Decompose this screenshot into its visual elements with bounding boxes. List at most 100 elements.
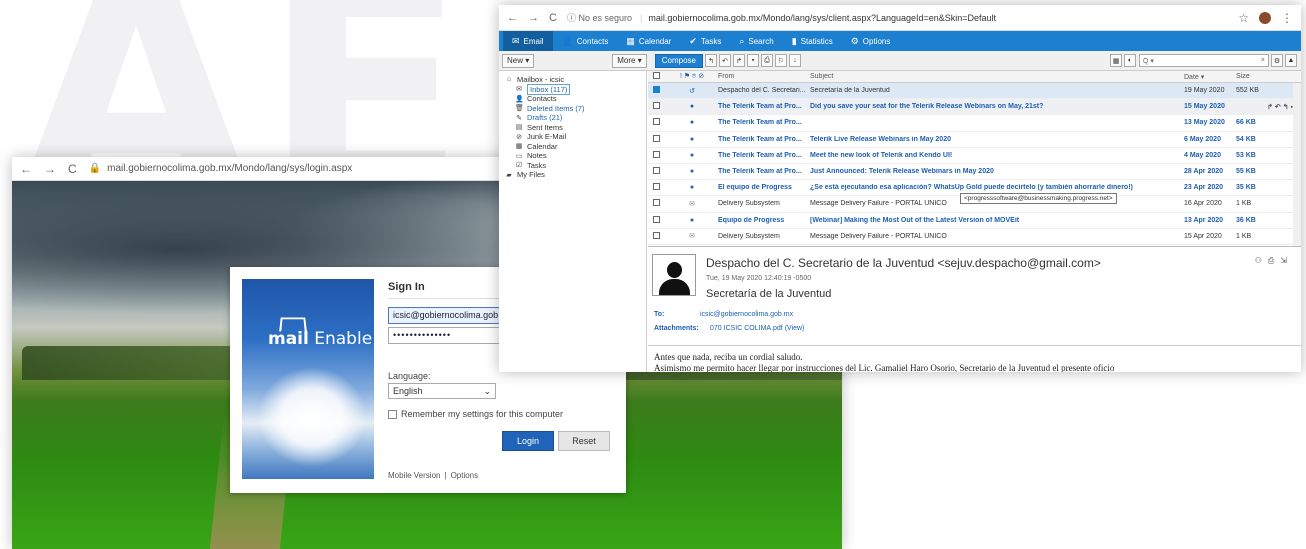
- kebab-menu-icon[interactable]: ⋮: [1281, 11, 1293, 25]
- row-checkbox[interactable]: [653, 199, 660, 207]
- address-book-icon[interactable]: ▦: [1110, 54, 1122, 67]
- reload-icon[interactable]: C: [549, 12, 557, 24]
- bookmark-star-icon[interactable]: ☆: [1238, 11, 1249, 25]
- user-menu-icon[interactable]: ▲: [1285, 54, 1297, 67]
- login-button[interactable]: Login: [502, 431, 554, 451]
- reply-all-icon[interactable]: ↶: [719, 54, 731, 67]
- row-checkbox[interactable]: [653, 215, 660, 223]
- menu-calendar[interactable]: ▦ Calendar: [617, 31, 680, 51]
- reset-button[interactable]: Reset: [558, 431, 610, 451]
- folder-calendar[interactable]: ▦ Calendar: [505, 142, 646, 152]
- table-row[interactable]: ● The Telerik Team at Pro... Did you sav…: [648, 99, 1301, 116]
- folder-my-files[interactable]: ▰ My Files: [505, 170, 646, 180]
- filter-icon[interactable]: ◐: [1124, 54, 1136, 67]
- column-subject[interactable]: Subject: [810, 73, 1184, 80]
- menu-options[interactable]: ⚙ Options: [842, 31, 900, 51]
- options-link[interactable]: Options: [451, 471, 479, 480]
- attachments-label: Attachments:: [654, 325, 699, 332]
- delete-icon[interactable]: ▪: [747, 54, 759, 67]
- reload-icon[interactable]: C: [68, 162, 77, 176]
- sign-in-title: Sign In: [388, 281, 425, 293]
- new-button[interactable]: New ▾: [502, 53, 535, 68]
- row-checkbox[interactable]: [653, 102, 660, 110]
- login-url[interactable]: mail.gobiernocolima.gob.mx/Mondo/lang/sy…: [107, 163, 352, 174]
- login-footer: Mobile Version | Options: [388, 471, 478, 480]
- popout-icon[interactable]: ⇲: [1280, 256, 1287, 266]
- envelope-icon: [279, 317, 307, 332]
- folder-label: Sent Items: [527, 122, 563, 132]
- row-checkbox[interactable]: [653, 134, 660, 142]
- reply-icon[interactable]: ↰: [705, 54, 717, 67]
- main-menu-bar: ✉ Email 👤 Contacts ▦ Calendar ✔ Tasks ⌕ Searc…: [499, 31, 1301, 51]
- menu-contacts[interactable]: 👤 Contacts: [553, 31, 618, 51]
- folder-inbox[interactable]: ✉ Inbox (117): [505, 83, 646, 95]
- screenshot-stage: AE ← → C 🔒 mail.gobiernocolima.gob.mx/Mo…: [0, 0, 1306, 549]
- folder-sent[interactable]: ▤ Sent Items: [505, 123, 646, 133]
- row-subject: Message Delivery Failure - PORTAL UNICO: [810, 232, 947, 240]
- table-row[interactable]: ↺ Despacho del C. Secretari... Secretarí…: [648, 83, 1301, 100]
- compose-button[interactable]: Compose: [654, 53, 703, 68]
- row-checkbox[interactable]: [653, 231, 660, 239]
- select-all-checkbox[interactable]: [648, 72, 666, 81]
- logo-enable-text: Enable: [314, 329, 373, 349]
- forward-icon[interactable]: →: [44, 162, 56, 176]
- clear-search-icon[interactable]: ×: [1261, 57, 1265, 64]
- row-checkbox[interactable]: [653, 86, 660, 94]
- folder-junk[interactable]: ⊘ Junk E-Mail: [505, 132, 646, 142]
- message-header: Despacho del C. Secretario de la Juventu…: [648, 248, 1301, 346]
- row-checkbox[interactable]: [653, 150, 660, 158]
- forward-icon[interactable]: →: [528, 12, 539, 24]
- client-url[interactable]: mail.gobiernocolima.gob.mx/Mondo/lang/sy…: [648, 13, 996, 23]
- table-row[interactable]: ● The Telerik Team at Pro... Meet the ne…: [648, 148, 1301, 164]
- add-contact-icon[interactable]: ⚇: [1255, 256, 1262, 266]
- settings-icon[interactable]: ⚙: [1271, 54, 1283, 67]
- download-icon[interactable]: ↓: [789, 54, 801, 67]
- column-date[interactable]: Date ▾: [1184, 73, 1236, 81]
- print-icon[interactable]: ⎙: [1268, 256, 1274, 266]
- list-scrollbar[interactable]: [1293, 83, 1301, 246]
- remember-settings[interactable]: Remember my settings for this computer: [388, 409, 563, 419]
- back-icon[interactable]: ←: [507, 12, 518, 24]
- more-button[interactable]: More ▾: [612, 53, 647, 68]
- mail-search-input[interactable]: Q ▾ ×: [1139, 54, 1269, 67]
- folder-drafts[interactable]: ✎ Drafts (21): [505, 113, 646, 123]
- menu-statistics[interactable]: ▮ Statistics: [783, 31, 842, 51]
- row-checkbox[interactable]: [653, 183, 660, 191]
- forward-mail-icon[interactable]: ↱: [733, 54, 745, 67]
- home-icon: ⌂: [506, 76, 512, 84]
- language-label: Language:: [388, 371, 431, 381]
- menu-tasks[interactable]: ✔ Tasks: [680, 31, 730, 51]
- folder-tasks[interactable]: ☑ Tasks: [505, 161, 646, 171]
- to-value[interactable]: icsic@gobiernocolima.gob.mx: [700, 311, 793, 318]
- mobile-version-link[interactable]: Mobile Version: [388, 471, 440, 480]
- attachment-link[interactable]: 070 ICSIC COLIMA.pdf (View): [710, 325, 804, 332]
- print-icon[interactable]: ⎙: [761, 54, 773, 67]
- table-row[interactable]: ✉ Delivery Subsystem Message Delivery Fa…: [648, 229, 1301, 245]
- table-row[interactable]: ● The Telerik Team at Pro... Telerik Liv…: [648, 132, 1301, 148]
- row-checkbox[interactable]: [653, 118, 660, 126]
- profile-avatar-icon[interactable]: [1259, 11, 1271, 24]
- not-secure-badge[interactable]: ⓘ No es seguro: [567, 11, 632, 24]
- mark-icon[interactable]: ⚐: [775, 54, 787, 67]
- table-row[interactable]: ● The Telerik Team at Pro... Just Announ…: [648, 164, 1301, 181]
- column-size[interactable]: Size: [1236, 73, 1276, 80]
- folder-contacts[interactable]: 👤 Contacts: [505, 94, 646, 104]
- reading-pane: Despacho del C. Secretario de la Juventu…: [648, 248, 1301, 372]
- row-quick-actions[interactable]: ↱ ↶ ↰ ▪: [1267, 103, 1293, 111]
- language-select[interactable]: English ⌄: [388, 383, 496, 399]
- message-body: Antes que nada, reciba un cordial saludo…: [648, 346, 1301, 372]
- row-from: The Telerik Team at Pro...: [718, 151, 802, 159]
- menu-search[interactable]: ⌕ Search: [730, 31, 782, 51]
- remember-checkbox[interactable]: [388, 409, 397, 419]
- message-date: Tue, 19 May 2020 12:40:19 -0500: [706, 275, 812, 282]
- table-row[interactable]: ● The Telerik Team at Pro... 13 May 2020…: [648, 115, 1301, 132]
- message-from[interactable]: Despacho del C. Secretario de la Juventu…: [706, 256, 1101, 270]
- row-checkbox[interactable]: [653, 167, 660, 175]
- folder-notes[interactable]: ▭ Notes: [505, 151, 646, 161]
- folder-deleted[interactable]: 🗑 Deleted Items (7): [505, 104, 646, 114]
- table-row[interactable]: ● Equipo de Progress [Webinar] Making th…: [648, 213, 1301, 229]
- avatar: [652, 254, 696, 296]
- back-icon[interactable]: ←: [20, 162, 32, 176]
- menu-email[interactable]: ✉ Email: [503, 31, 553, 51]
- column-from[interactable]: From: [718, 73, 810, 80]
